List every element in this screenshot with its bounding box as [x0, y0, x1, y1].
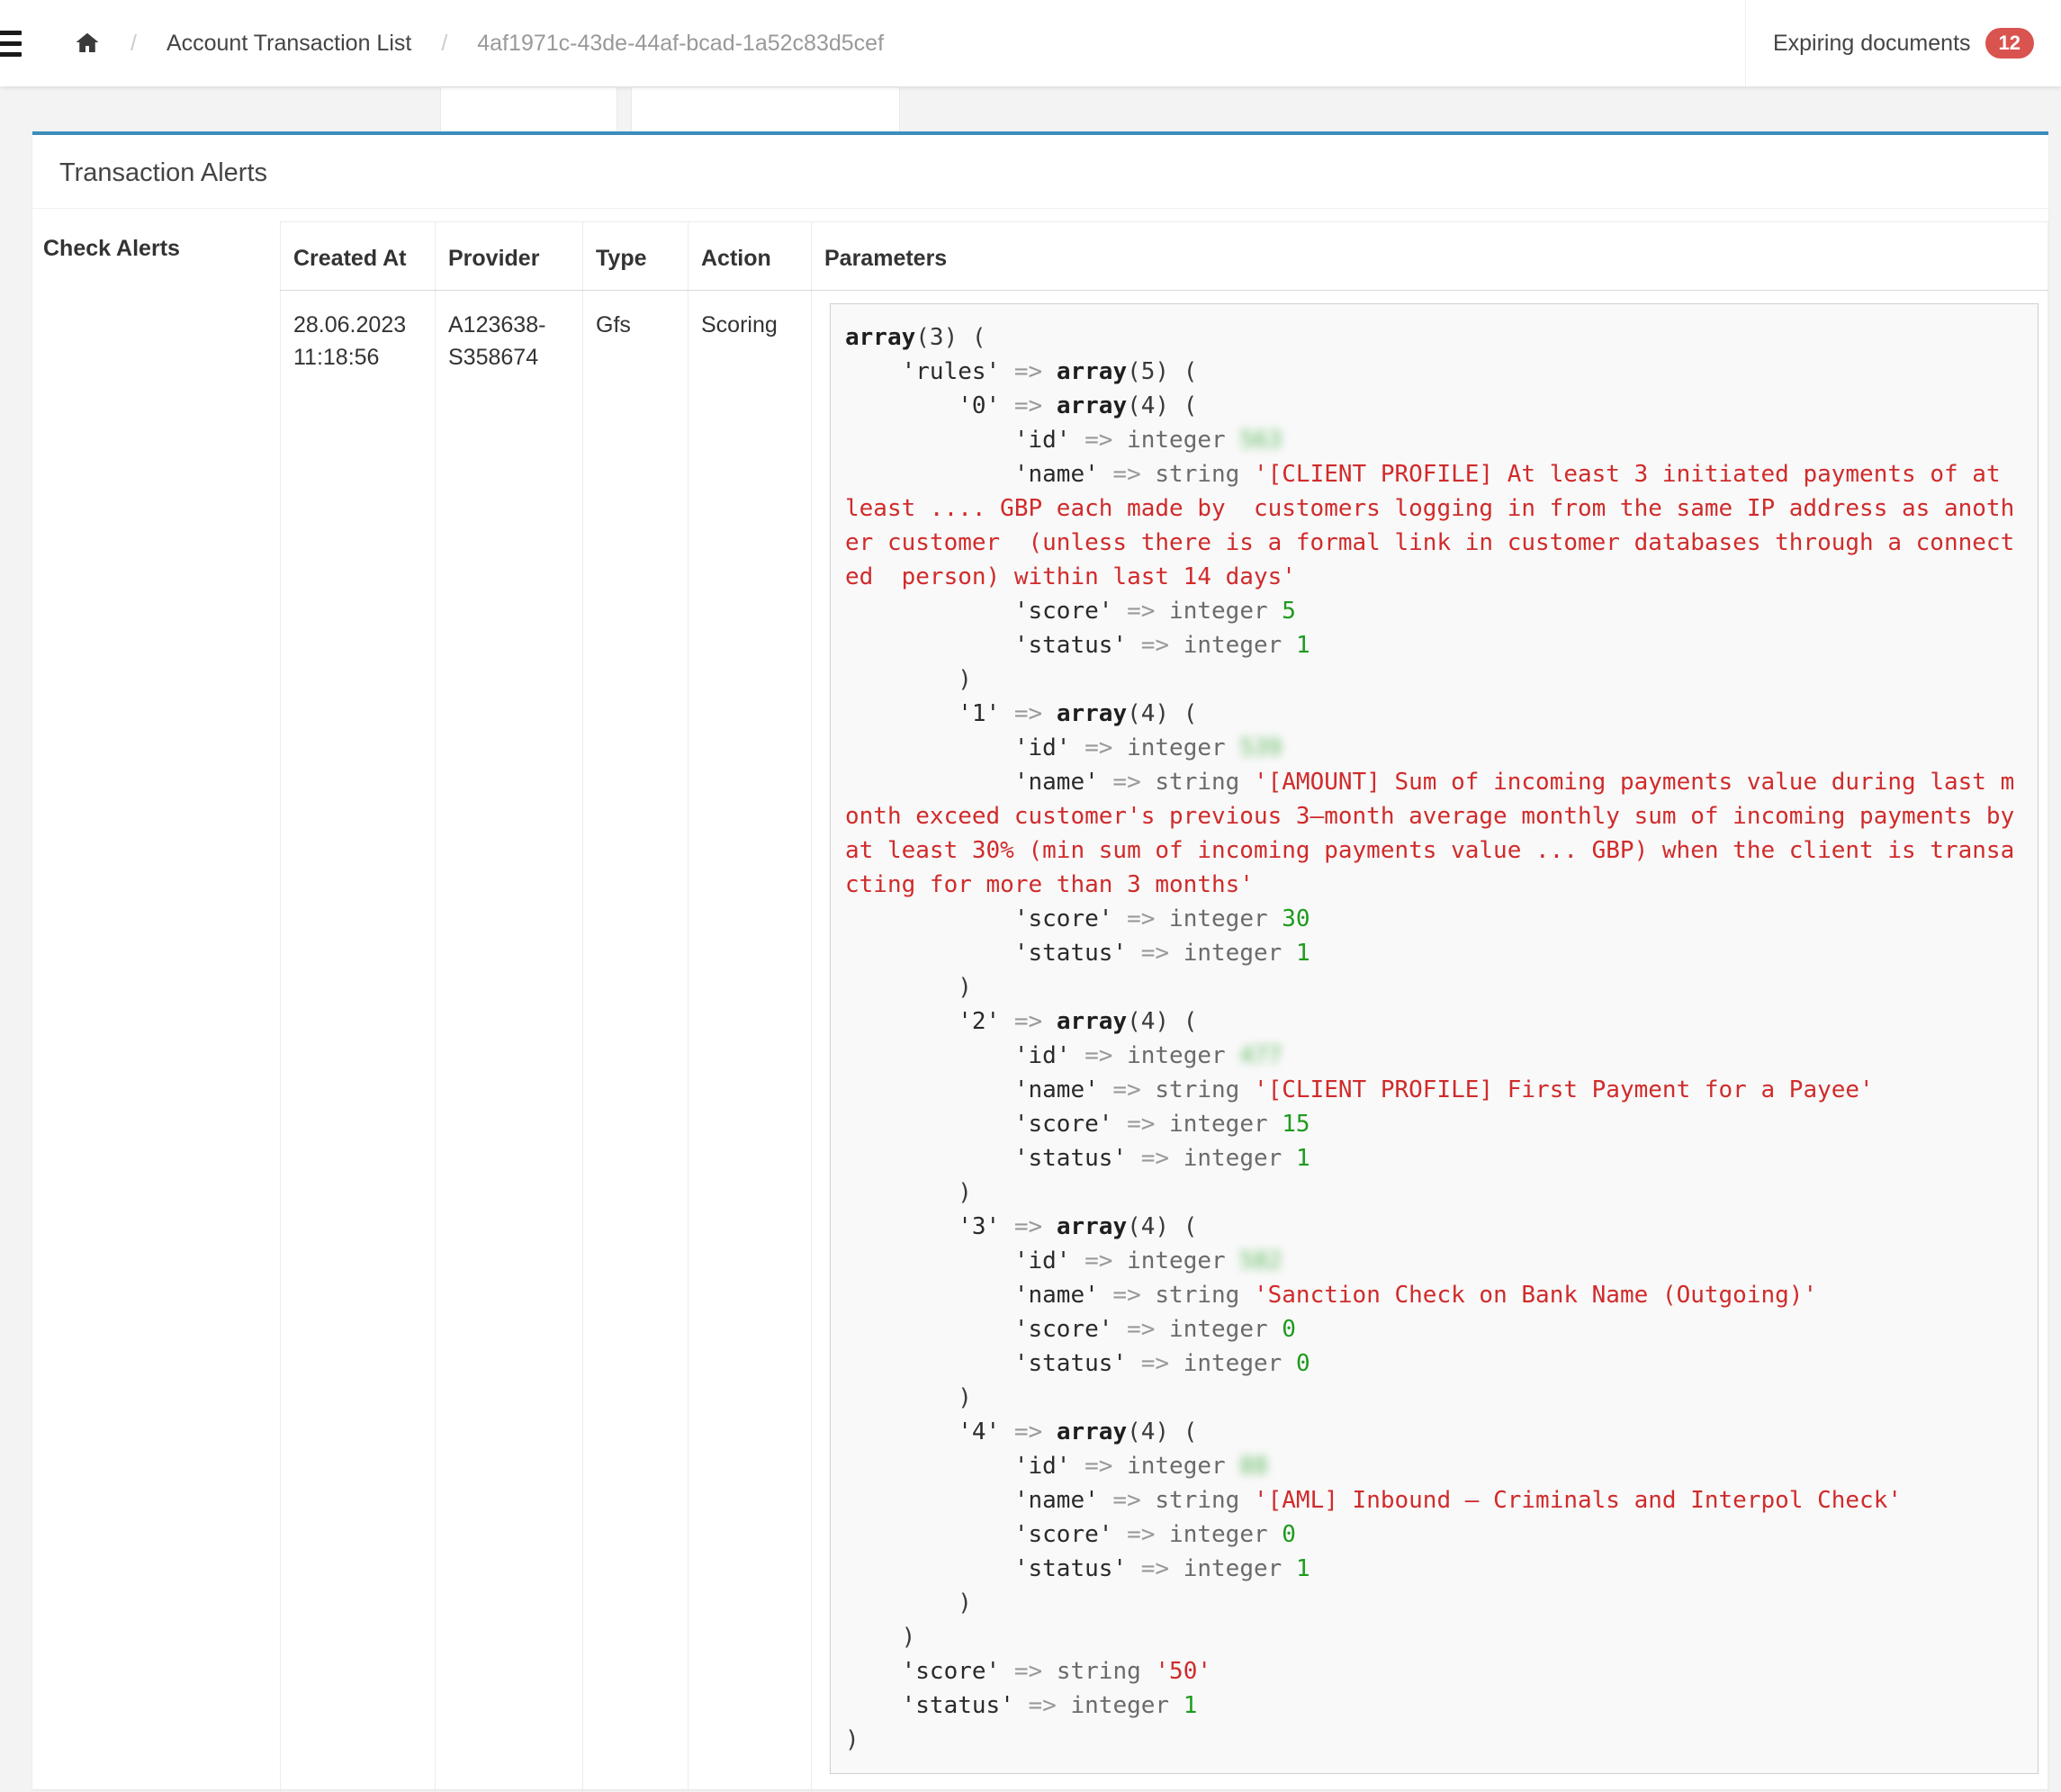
col-header-parameters: Parameters: [812, 222, 2048, 291]
col-header-type: Type: [583, 222, 688, 291]
panel-header: Transaction Alerts: [32, 135, 2048, 209]
cell-provider: A123638-S358674: [436, 291, 583, 1792]
breadcrumb-transaction-id: 4af1971c-43de-44af-bcad-1a52c83d5cef: [477, 31, 884, 57]
expiring-documents-link[interactable]: Expiring documents 12: [1745, 0, 2061, 86]
top-navbar: / Account Transaction List / 4af1971c-43…: [0, 0, 2061, 86]
breadcrumb: / Account Transaction List / 4af1971c-43…: [0, 0, 884, 86]
expiring-documents-label: Expiring documents: [1773, 31, 1971, 57]
tab-2[interactable]: [631, 86, 900, 131]
table-header-row: Created At Provider Type Action Paramete…: [281, 222, 2048, 291]
parameters-dump: array(3) ( 'rules' => array(5) ( '0' => …: [830, 303, 2038, 1774]
col-header-action: Action: [688, 222, 812, 291]
home-icon[interactable]: [74, 30, 101, 57]
breadcrumb-separator: /: [130, 31, 137, 57]
transaction-alerts-panel: Transaction Alerts Check Alerts Created …: [32, 131, 2048, 1789]
tab-1[interactable]: [440, 86, 617, 131]
check-alerts-table: Created At Provider Type Action Paramete…: [280, 221, 2048, 1792]
page-title: Transaction Alerts: [59, 158, 2021, 188]
cell-parameters: array(3) ( 'rules' => array(5) ( '0' => …: [812, 291, 2048, 1792]
cell-action: Scoring: [688, 291, 812, 1792]
table-row: 28.06.2023 11:18:56 A123638-S358674 Gfs …: [281, 291, 2048, 1792]
col-header-created-at: Created At: [281, 222, 436, 291]
panel-body: Check Alerts Created At Provider Type Ac…: [32, 209, 2048, 1792]
check-alerts-label: Check Alerts: [43, 221, 280, 262]
tabs-strip: [32, 86, 2048, 131]
breadcrumb-separator: /: [441, 31, 447, 57]
breadcrumb-account-transaction-list[interactable]: Account Transaction List: [166, 31, 411, 57]
expiring-documents-count-badge: 12: [1985, 28, 2034, 59]
menu-toggle-icon[interactable]: [0, 31, 22, 57]
cell-type: Gfs: [583, 291, 688, 1792]
col-header-provider: Provider: [436, 222, 583, 291]
cell-created-at: 28.06.2023 11:18:56: [281, 291, 436, 1792]
